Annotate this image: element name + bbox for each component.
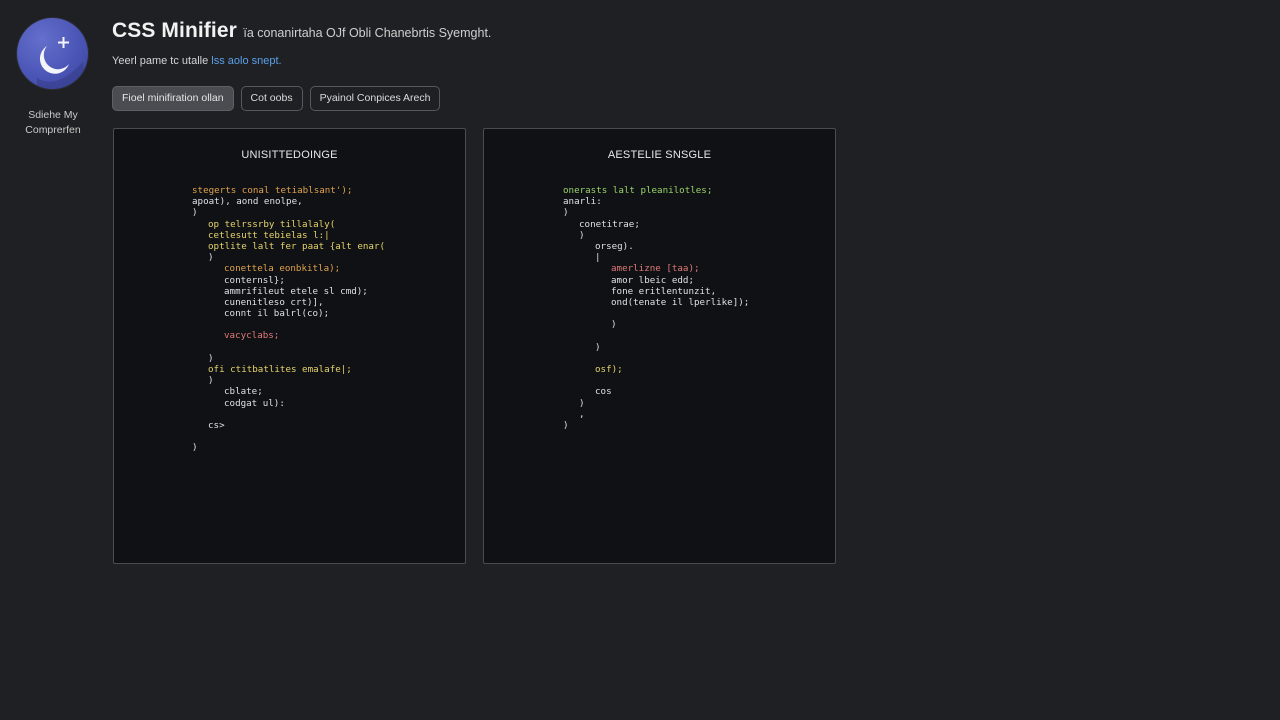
code-line: ) xyxy=(563,419,569,431)
code-line: ) xyxy=(595,341,601,353)
minification-option-button[interactable]: Fioel minifiration ollan xyxy=(112,86,234,111)
code-line: cblate; xyxy=(224,386,263,398)
code-line: op telrssrby tillalaly( xyxy=(208,218,336,230)
code-line: ) xyxy=(192,442,198,454)
code-line: orseg). xyxy=(595,240,634,252)
left-rail: Sdiehe My Comprerfen xyxy=(0,0,105,720)
app-caption-line-1: Sdiehe My xyxy=(28,109,78,121)
output-code-panel[interactable]: AESTELIE SNSGLE onerasts lalt pleanilotl… xyxy=(483,128,836,564)
code-line: ofi ctitbatlites emalafe|; xyxy=(208,364,352,375)
code-line: anarli: xyxy=(563,196,602,208)
code-line: optlite lalt fer paat {alt enar( xyxy=(208,240,386,252)
moon-shape xyxy=(39,46,69,74)
moon-plus-logo-icon[interactable] xyxy=(17,18,88,89)
output-panel-title: AESTELIE SNSGLE xyxy=(607,149,712,161)
code-line: ) xyxy=(208,352,214,364)
cot-oobs-button[interactable]: Cot oobs xyxy=(240,86,303,111)
page-title-row: CSS Minifier ïa conanirtaha OJf Obli Cha… xyxy=(112,19,491,43)
input-panel-title: UNISITTEDOINGE xyxy=(241,149,338,161)
code-line: ond(tenate il lperlike]); xyxy=(611,296,750,308)
code-line: amor lbeic edd; xyxy=(611,274,694,286)
app-caption-line-2: Comprerfen xyxy=(25,124,81,136)
code-line: ) xyxy=(208,252,214,264)
page-title-suffix: ïa conanirtaha OJf Obli Chanebrtis Syemg… xyxy=(243,26,492,40)
code-line: osf); xyxy=(595,364,623,375)
code-line: connt il balrl(co); xyxy=(224,308,330,320)
input-code-block[interactable]: stegerts conal tetiablsant'); apoat), aon… xyxy=(192,185,385,454)
code-line: cos xyxy=(595,386,612,398)
page-title: CSS Minifier xyxy=(112,19,237,42)
compare-button[interactable]: Pyainol Conpices Arech xyxy=(309,86,441,111)
code-line: | xyxy=(595,252,601,264)
code-line: vacyclabs; xyxy=(224,330,280,342)
code-line: ) xyxy=(563,207,569,219)
code-line: ) xyxy=(579,397,585,409)
code-line: amerlizne [taa); xyxy=(611,263,700,275)
app-caption: Sdiehe My Comprerfen xyxy=(8,108,98,138)
code-line: codgat ul): xyxy=(224,397,285,409)
code-line: cunenitleso crt)], xyxy=(224,296,324,308)
toolbar: Fioel minifiration ollan Cot oobs Pyaino… xyxy=(112,86,441,111)
logo-graphic xyxy=(37,37,88,89)
code-line: stegerts conal tetiablsant'); xyxy=(192,185,353,196)
code-line: conternsl}; xyxy=(224,274,285,286)
code-line: ) xyxy=(192,207,198,219)
subtitle-link[interactable]: lss aolo snept. xyxy=(211,55,281,67)
code-line: ammrifileut etele sl cmd); xyxy=(224,285,368,297)
code-line: cs> xyxy=(208,419,225,431)
code-line: conettela eonbkitla); xyxy=(224,263,341,275)
code-line: fone eritlentunzit, xyxy=(611,285,717,297)
code-line: ) xyxy=(611,319,617,331)
code-line: conetitrae; xyxy=(579,218,640,230)
code-line: cetlesutt tebielas l:| xyxy=(208,229,330,241)
page-subtitle: Yeerl pame tc utalle lss aolo snept. xyxy=(112,55,282,67)
subtitle-text: Yeerl pame tc utalle xyxy=(112,55,212,67)
code-line: ) xyxy=(579,229,585,241)
output-code-block[interactable]: onerasts lalt pleanilotles; anarli:) conet… xyxy=(563,185,749,431)
code-line: , xyxy=(579,408,585,420)
code-line: apoat), aond enolpe, xyxy=(192,196,303,208)
plus-icon-horizontal xyxy=(58,41,69,44)
input-code-panel[interactable]: UNISITTEDOINGE stegerts conal tetiablsan… xyxy=(113,128,466,564)
code-line: ) xyxy=(208,375,214,387)
code-line: onerasts lalt pleanilotles; xyxy=(563,185,713,196)
